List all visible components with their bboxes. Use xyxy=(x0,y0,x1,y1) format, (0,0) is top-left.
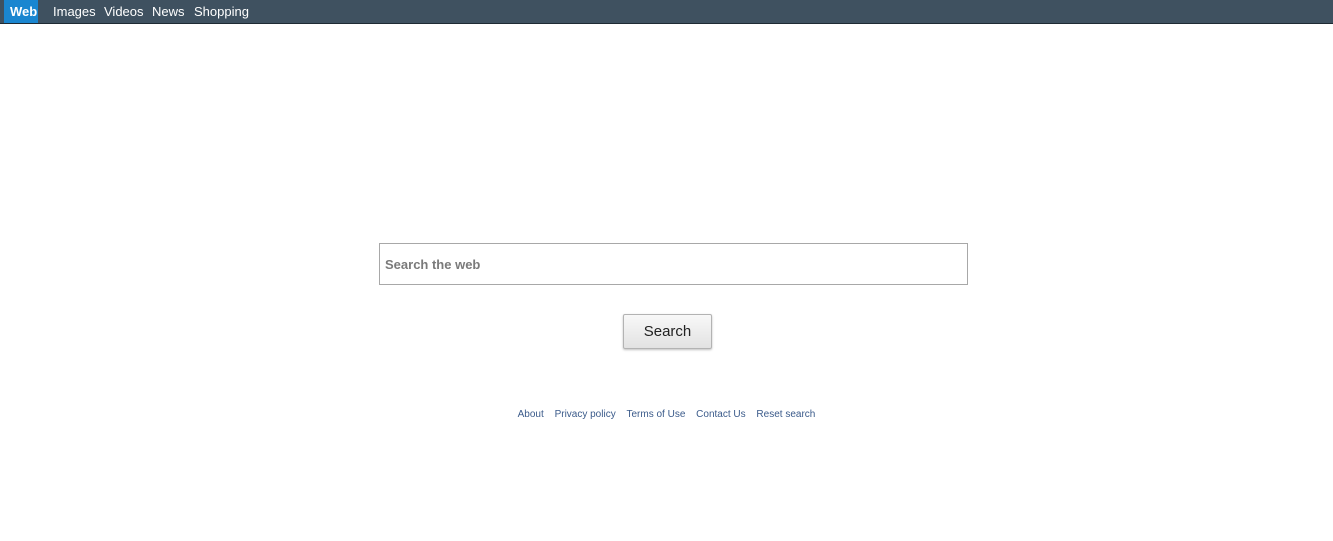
search-button[interactable]: Search xyxy=(623,314,712,349)
nav-tab-news[interactable]: News xyxy=(152,0,185,23)
nav-tab-web[interactable]: Web xyxy=(4,0,38,23)
nav-tab-shopping[interactable]: Shopping xyxy=(194,0,249,23)
footer-link-contact-us[interactable]: Contact Us xyxy=(696,409,745,420)
nav-tab-videos[interactable]: Videos xyxy=(104,0,144,23)
footer-link-privacy-policy[interactable]: Privacy policy xyxy=(555,409,616,420)
top-nav-bar: Web Images Videos News Shopping xyxy=(0,0,1333,24)
footer-link-reset-search[interactable]: Reset search xyxy=(756,409,815,420)
footer-link-about[interactable]: About xyxy=(518,409,544,420)
nav-tab-images[interactable]: Images xyxy=(53,0,96,23)
search-input[interactable] xyxy=(379,243,968,285)
footer-link-terms-of-use[interactable]: Terms of Use xyxy=(626,409,685,420)
footer-links: About Privacy policy Terms of Use Contac… xyxy=(0,409,1333,420)
